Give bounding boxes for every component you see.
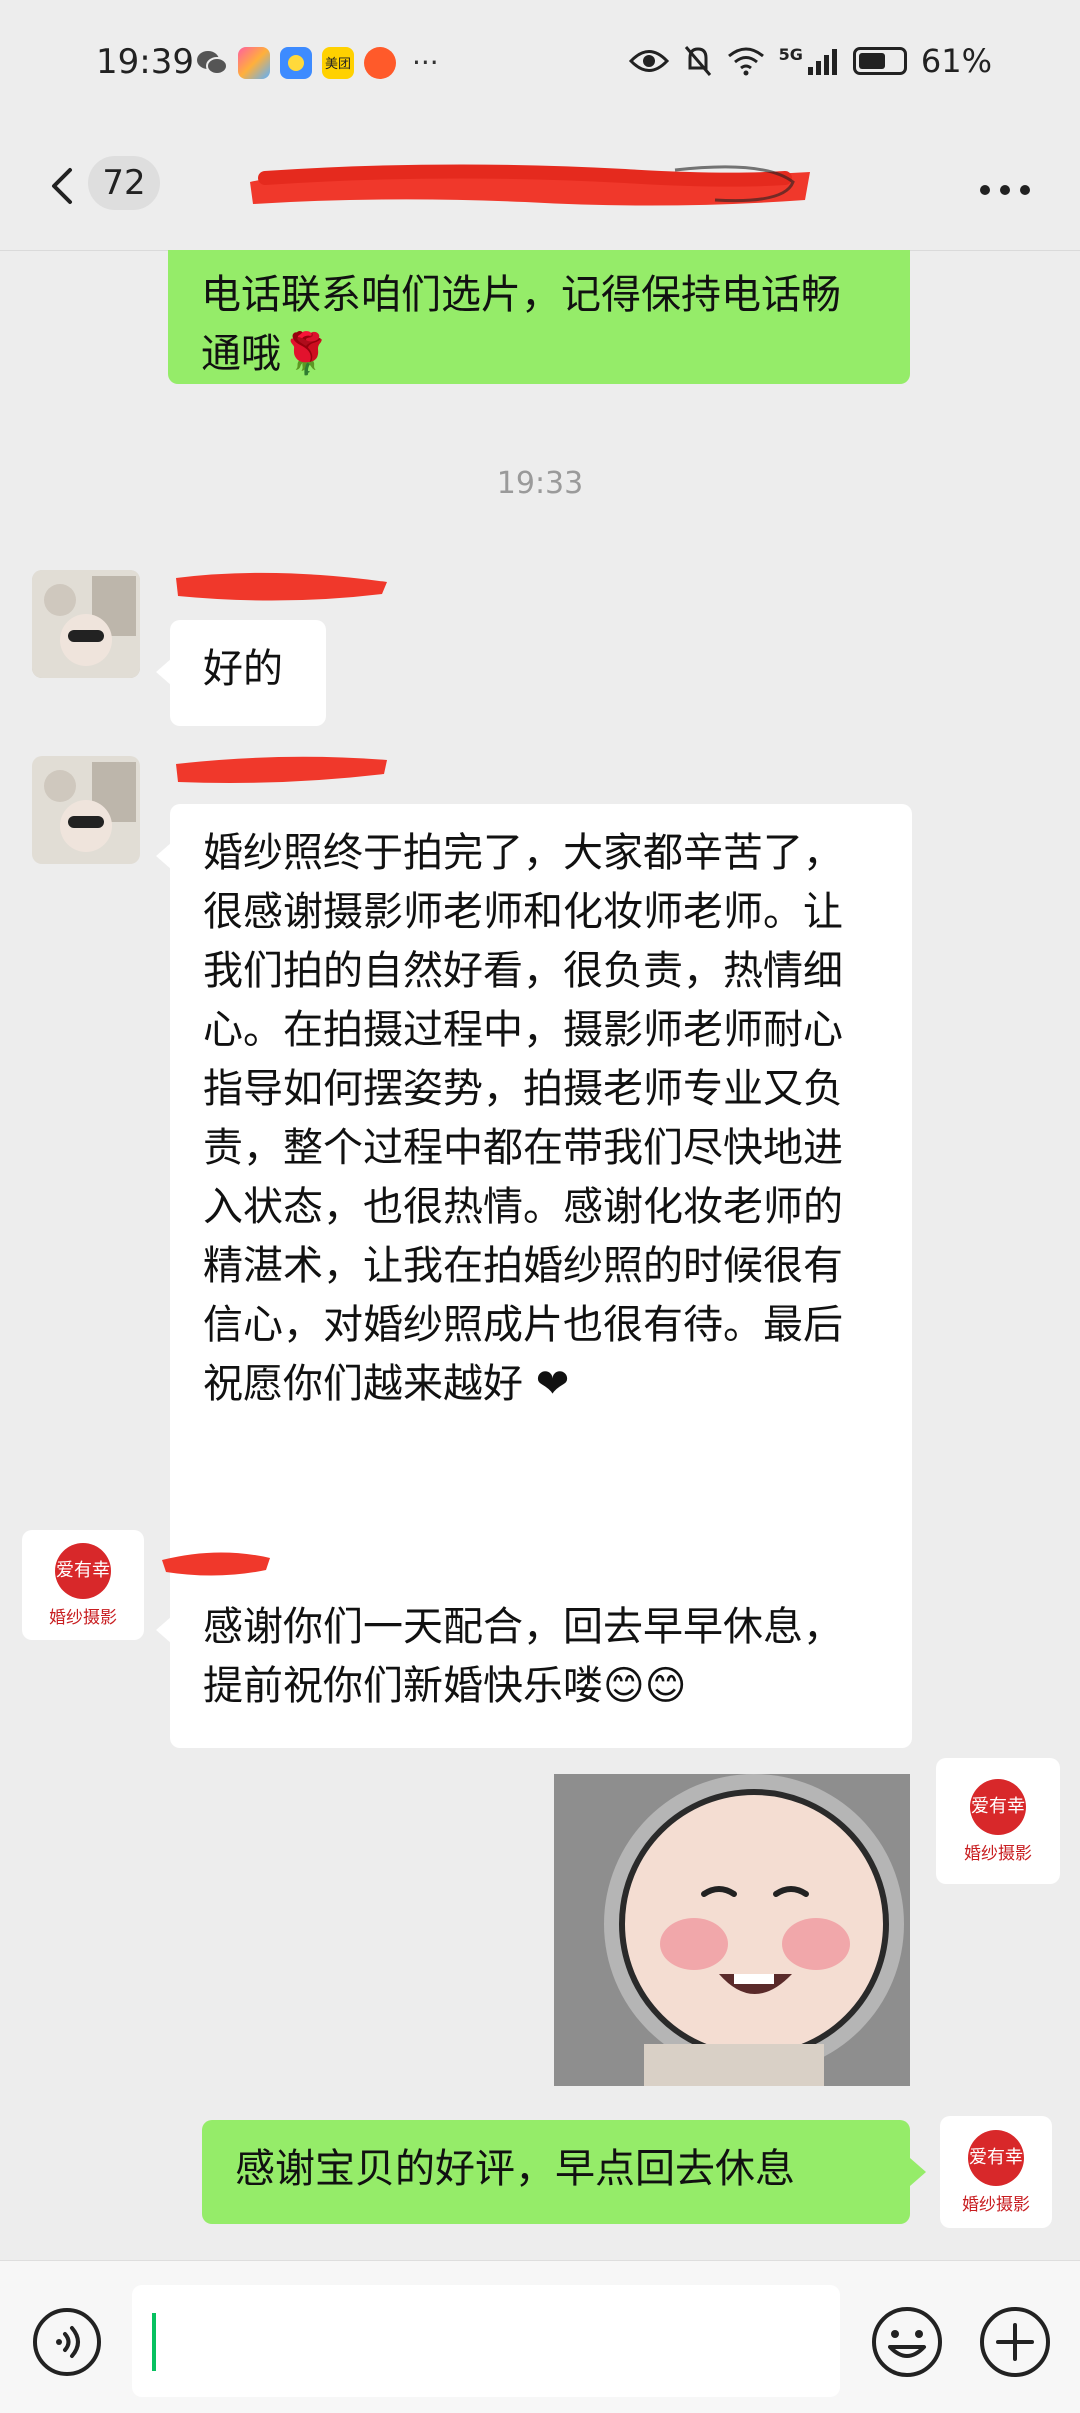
more-options-icon[interactable] bbox=[975, 180, 1035, 200]
avatar-photo bbox=[32, 756, 140, 864]
battery-percent: 61% bbox=[920, 42, 992, 80]
status-time: 19:39 bbox=[96, 42, 194, 82]
message-timestamp: 19:33 bbox=[496, 466, 584, 501]
brand-seal: 爱有幸 bbox=[968, 2129, 1024, 2186]
sticker-image[interactable] bbox=[554, 1774, 910, 2086]
status-bar: 19:39 美团 ··· 5G 61% bbox=[0, 0, 1080, 130]
message-bubble-outgoing[interactable]: 电话联系咱们选片，记得保持电话畅通哦🌹 bbox=[168, 250, 910, 384]
message-bubble-incoming[interactable]: 感谢你们一天配合，回去早早休息，提前祝你们新婚快乐喽😊😊 bbox=[170, 1578, 912, 1742]
chat-messages[interactable]: 电话联系咱们选片，记得保持电话畅通哦🌹 19:33 好的 婚纱照终于拍完了，大家… bbox=[0, 250, 1080, 2260]
more-notifications: ··· bbox=[412, 46, 439, 79]
system-icons: 5G 61% bbox=[628, 42, 992, 80]
voice-input-icon[interactable] bbox=[32, 2307, 102, 2377]
eye-icon bbox=[628, 50, 669, 72]
contact-avatar[interactable] bbox=[32, 570, 140, 678]
bubble-tail bbox=[156, 658, 172, 686]
sender-name-redacted bbox=[176, 756, 387, 783]
bubble-tail bbox=[156, 1616, 172, 1644]
chat-header: 72 bbox=[0, 130, 1080, 251]
brand-avatar[interactable]: 爱有幸 婚纱摄影 bbox=[22, 1530, 144, 1640]
sender-name-redacted bbox=[176, 572, 387, 601]
brand-seal: 爱有幸 bbox=[970, 1778, 1026, 1835]
wechat-icon bbox=[197, 50, 228, 75]
brand-seal: 爱有幸 bbox=[55, 1542, 111, 1599]
message-text: 电话联系咱们选片，记得保持电话畅通哦🌹 bbox=[201, 272, 841, 377]
network-type: 5G bbox=[778, 44, 803, 64]
emoji-icon[interactable] bbox=[870, 2305, 944, 2379]
app-icon-multicolor bbox=[238, 46, 270, 79]
battery-icon bbox=[852, 47, 907, 75]
bubble-tail bbox=[156, 842, 172, 870]
chat-title-redacted bbox=[250, 164, 810, 206]
baby-face-sticker bbox=[554, 1774, 910, 2086]
text-cursor bbox=[152, 2313, 156, 2371]
message-text: 感谢你们一天配合，回去早早休息，提前祝你们新婚快乐喽😊😊 bbox=[203, 1604, 843, 1709]
signal-icon bbox=[807, 49, 837, 75]
message-bubble-outgoing[interactable]: 感谢宝贝的好评，早点回去休息 bbox=[202, 2120, 910, 2224]
brand-logo-text: 婚纱摄影 bbox=[49, 1607, 117, 1628]
contact-avatar[interactable] bbox=[32, 756, 140, 864]
message-text: 好的 bbox=[203, 646, 283, 692]
app-icon-blue bbox=[280, 46, 312, 79]
input-bar bbox=[0, 2260, 1080, 2413]
add-more-icon[interactable] bbox=[978, 2305, 1052, 2379]
back-arrow-icon[interactable] bbox=[36, 156, 96, 216]
app-icon-orange bbox=[364, 46, 396, 79]
wifi-icon bbox=[727, 47, 764, 76]
message-text: 感谢宝贝的好评，早点回去休息 bbox=[235, 2146, 795, 2192]
notification-icons: 美团 ··· bbox=[196, 46, 439, 79]
mute-icon bbox=[684, 46, 711, 76]
sender-name-redacted bbox=[162, 1552, 270, 1576]
message-input[interactable] bbox=[132, 2285, 840, 2397]
meituan-icon: 美团 bbox=[322, 46, 354, 79]
my-avatar[interactable]: 爱有幸 婚纱摄影 bbox=[940, 2116, 1052, 2228]
brand-logo-text: 婚纱摄影 bbox=[962, 2194, 1030, 2215]
brand-logo-text: 婚纱摄影 bbox=[964, 1843, 1032, 1864]
message-text: 婚纱照终于拍完了，大家都辛苦了，很感谢摄影师老师和化妆师老师。让我们拍的自然好看… bbox=[203, 830, 843, 1407]
unread-count-badge[interactable]: 72 bbox=[88, 156, 160, 210]
bubble-tail bbox=[910, 2158, 926, 2186]
my-avatar[interactable]: 爱有幸 婚纱摄影 bbox=[936, 1758, 1060, 1884]
message-bubble-incoming[interactable]: 好的 bbox=[170, 620, 326, 726]
avatar-photo bbox=[32, 570, 140, 678]
